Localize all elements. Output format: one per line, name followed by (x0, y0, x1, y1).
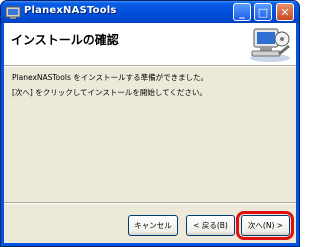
back-button[interactable]: < 戻る(B) (186, 215, 235, 236)
cancel-button[interactable]: キャンセル (128, 215, 178, 236)
computer-setup-icon (250, 28, 290, 62)
close-button[interactable]: ✕ (276, 3, 294, 21)
installer-app-icon (5, 6, 21, 19)
next-button-highlight (236, 211, 294, 240)
dialog-client-area: インストールの確認 PlanexNASTools をインストールする準備ができま… (4, 23, 296, 243)
header-divider (4, 65, 296, 67)
installer-window: PlanexNASTools _ □ ✕ インストールの確認 PlanexNAS… (0, 0, 300, 247)
minimize-button[interactable]: _ (233, 3, 251, 21)
title-bar[interactable]: PlanexNASTools _ □ ✕ (1, 1, 299, 23)
maximize-button[interactable]: □ (254, 3, 272, 21)
ready-message: PlanexNASTools をインストールする準備ができました。 (12, 73, 209, 82)
window-title: PlanexNASTools (24, 5, 117, 16)
dialog-header: インストールの確認 (4, 23, 296, 65)
footer-divider (4, 202, 296, 204)
page-title: インストールの確認 (11, 33, 119, 47)
instruction-message: [次へ] をクリックしてインストールを開始してください。 (12, 88, 207, 97)
